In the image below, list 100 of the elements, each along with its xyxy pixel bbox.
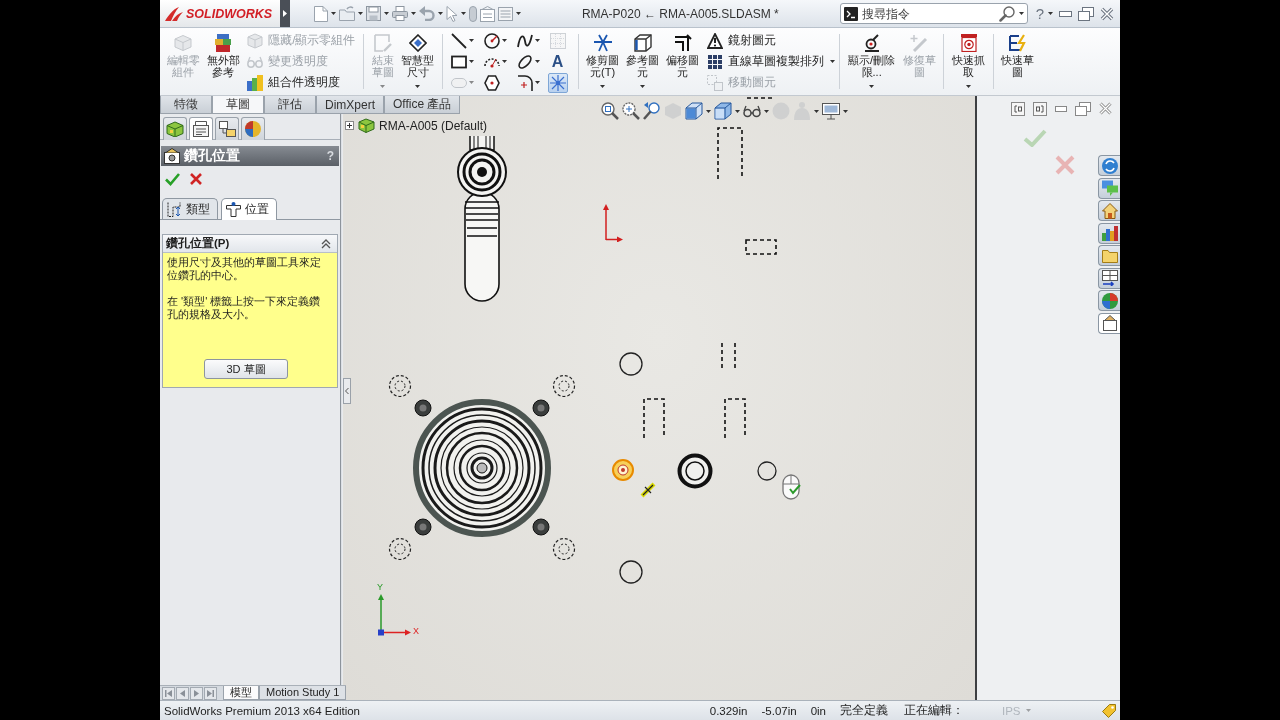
sketch-tool[interactable]: A bbox=[547, 51, 568, 72]
dashed-outline-icon bbox=[724, 398, 746, 438]
bar-chart-icon bbox=[1101, 225, 1118, 241]
ribbon-menu-item[interactable]: 組合件透明度 bbox=[247, 72, 356, 93]
minimize-icon[interactable] bbox=[1059, 10, 1072, 17]
panel-tab[interactable]: 類型 bbox=[162, 198, 218, 219]
tile-right-icon[interactable] bbox=[1033, 101, 1047, 116]
collapse-icon[interactable] bbox=[321, 238, 331, 249]
coordinate-readout: -5.07in bbox=[761, 704, 797, 717]
ribbon-tab[interactable]: 評估 bbox=[264, 96, 316, 114]
caret-icon[interactable] bbox=[534, 60, 540, 63]
ribbon-button[interactable]: 參考圖元 bbox=[622, 30, 663, 93]
task-pane-tab[interactable] bbox=[1098, 245, 1120, 266]
sketch-button[interactable]: 3D 草圖 bbox=[204, 359, 288, 379]
sketch-tool[interactable] bbox=[481, 30, 509, 51]
cube-icon[interactable] bbox=[685, 102, 703, 120]
ribbon-button[interactable]: 無外部參考 bbox=[203, 30, 244, 93]
ribbon-button[interactable]: 快速草圖 bbox=[997, 30, 1038, 93]
panel-tab[interactable]: 位置 bbox=[221, 198, 277, 220]
minimize-icon[interactable] bbox=[1055, 105, 1067, 112]
caret-icon[interactable] bbox=[869, 85, 875, 88]
manager-tab[interactable] bbox=[215, 117, 239, 140]
ribbon-tab[interactable]: 草圖 bbox=[212, 96, 264, 114]
caret-icon[interactable] bbox=[384, 12, 389, 15]
caret-icon[interactable] bbox=[764, 109, 769, 113]
circle-outline-icon bbox=[619, 352, 643, 376]
caret-icon[interactable] bbox=[415, 85, 421, 88]
checkmark-icon[interactable] bbox=[165, 172, 180, 186]
restore-icon[interactable] bbox=[1075, 101, 1091, 116]
caret-icon[interactable] bbox=[843, 109, 848, 113]
sketch-point-icon bbox=[640, 482, 656, 498]
expand-icon[interactable] bbox=[345, 121, 354, 130]
caret-icon[interactable] bbox=[501, 39, 507, 42]
task-pane-tab[interactable] bbox=[1098, 155, 1120, 176]
caret-icon[interactable] bbox=[1018, 12, 1024, 15]
caret-icon[interactable] bbox=[411, 12, 416, 15]
menu-expand-icon[interactable] bbox=[280, 0, 290, 27]
previous-view-icon[interactable] bbox=[643, 102, 661, 120]
sketch-tool[interactable] bbox=[448, 30, 476, 51]
caret-icon[interactable] bbox=[640, 85, 646, 88]
task-pane-tab[interactable] bbox=[1098, 312, 1120, 334]
monitor-icon[interactable] bbox=[822, 102, 840, 120]
search-field[interactable]: 搜尋指令 bbox=[839, 3, 1028, 24]
search-icon[interactable] bbox=[998, 5, 1015, 22]
ribbon-menu-item[interactable]: 直線草圖複製排列 bbox=[706, 51, 824, 72]
ribbon-button[interactable]: 智慧型尺寸 bbox=[397, 30, 438, 93]
caret-icon[interactable] bbox=[534, 81, 540, 84]
task-pane-tab[interactable] bbox=[1098, 222, 1120, 244]
first-arrow-icon[interactable] bbox=[162, 686, 175, 700]
caret-icon[interactable] bbox=[331, 12, 336, 15]
document-icon[interactable] bbox=[480, 5, 495, 22]
caret-icon[interactable] bbox=[1048, 12, 1053, 15]
ribbon-button[interactable]: 顯示/刪除限... bbox=[843, 30, 900, 93]
tile-left-icon[interactable] bbox=[1011, 101, 1025, 116]
cross-icon[interactable] bbox=[190, 173, 202, 185]
caret-icon[interactable] bbox=[468, 39, 474, 42]
collapse-handle-icon[interactable] bbox=[343, 378, 351, 404]
ribbon-tab[interactable]: Office 產品 bbox=[384, 96, 461, 114]
task-pane-tab[interactable] bbox=[1098, 267, 1120, 289]
ribbon-button[interactable]: 偏移圖元 bbox=[662, 30, 703, 93]
tag-icon[interactable] bbox=[1102, 703, 1116, 718]
caret-icon[interactable] bbox=[966, 85, 971, 88]
task-pane-tab[interactable] bbox=[1098, 200, 1120, 221]
axis-label: Y bbox=[377, 582, 383, 592]
caret-icon[interactable] bbox=[358, 12, 363, 15]
checkmark-icon[interactable] bbox=[1023, 129, 1047, 147]
caret-icon[interactable] bbox=[600, 85, 606, 88]
offset-lines-icon bbox=[673, 34, 692, 52]
bottom-tab[interactable]: Motion Study 1 bbox=[259, 686, 347, 700]
caret-icon[interactable] bbox=[814, 109, 819, 113]
caret-icon[interactable] bbox=[501, 60, 507, 63]
zoom-area-icon[interactable] bbox=[622, 102, 640, 120]
last-arrow-icon[interactable] bbox=[204, 686, 217, 700]
caret-icon[interactable] bbox=[829, 60, 835, 63]
zoom-fit-icon[interactable] bbox=[601, 102, 619, 120]
caret-icon[interactable] bbox=[516, 12, 521, 15]
restore-icon[interactable] bbox=[1078, 6, 1094, 21]
close-icon[interactable] bbox=[1100, 6, 1114, 21]
caret-icon[interactable] bbox=[461, 12, 466, 15]
ribbon-button[interactable]: 修剪圖元(T) bbox=[582, 30, 623, 93]
sketch-tool[interactable] bbox=[481, 72, 502, 93]
ribbon-tab[interactable]: DimXpert bbox=[316, 96, 384, 114]
caret-icon[interactable] bbox=[706, 109, 711, 113]
help-button[interactable]: ? bbox=[1035, 5, 1044, 22]
caret-icon[interactable] bbox=[534, 39, 540, 42]
caret-icon[interactable] bbox=[735, 109, 740, 113]
caret-icon[interactable] bbox=[468, 60, 474, 63]
tree-item[interactable]: RMA-A005 (Default) bbox=[379, 118, 488, 133]
bottom-tab[interactable]: 模型 bbox=[223, 686, 259, 700]
task-pane-tab[interactable] bbox=[1098, 290, 1120, 311]
manager-tab[interactable] bbox=[241, 117, 265, 140]
manager-tab[interactable] bbox=[163, 117, 187, 140]
caret-icon[interactable] bbox=[438, 12, 443, 15]
ribbon-menu-item[interactable]: 鏡射圖元 bbox=[706, 30, 824, 51]
ellipse-icon bbox=[516, 53, 533, 70]
shaded-cube-icon[interactable] bbox=[714, 102, 732, 120]
manager-tab[interactable] bbox=[189, 117, 213, 140]
ribbon-tab[interactable]: 特徵 bbox=[160, 96, 212, 114]
search-input[interactable]: 搜尋指令 bbox=[861, 5, 995, 22]
ribbon-button[interactable]: 快速抓取 bbox=[948, 30, 989, 93]
